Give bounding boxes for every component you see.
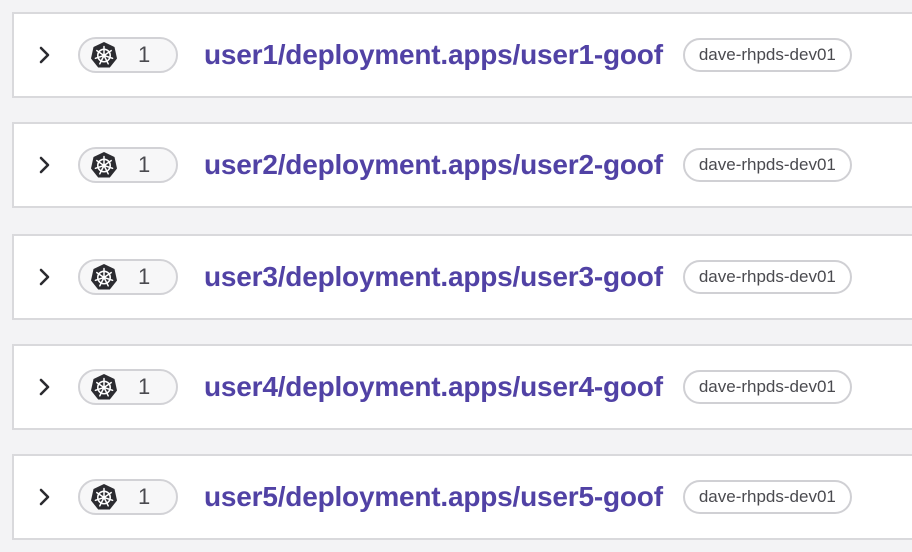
cluster-label: dave-rhpds-dev01 — [682, 370, 852, 404]
list-item: 1 user3/deployment.apps/user3-goof dave-… — [12, 234, 912, 320]
list-item: 1 user2/deployment.apps/user2-goof dave-… — [12, 122, 912, 208]
cluster-label: dave-rhpds-dev01 — [682, 38, 852, 72]
resource-title-link[interactable]: user2/deployment.apps/user2-goof — [204, 149, 663, 181]
list-item: 1 user4/deployment.apps/user4-goof dave-… — [12, 344, 912, 430]
list-item: 1 user5/deployment.apps/user5-goof dave-… — [12, 454, 912, 540]
resource-count: 1 — [138, 264, 151, 289]
chevron-right-icon[interactable] — [38, 375, 78, 399]
kubernetes-icon — [90, 41, 118, 69]
cluster-label: dave-rhpds-dev01 — [682, 260, 852, 294]
resource-count: 1 — [138, 484, 151, 509]
resource-count: 1 — [138, 42, 151, 67]
resource-list: 1 user1/deployment.apps/user1-goof dave-… — [0, 0, 912, 552]
chevron-right-icon[interactable] — [38, 485, 78, 509]
kubernetes-icon — [90, 483, 118, 511]
cluster-label: dave-rhpds-dev01 — [682, 148, 852, 182]
resource-title-link[interactable]: user5/deployment.apps/user5-goof — [204, 481, 663, 513]
resource-title-link[interactable]: user3/deployment.apps/user3-goof — [204, 261, 663, 293]
kubernetes-icon — [90, 263, 118, 291]
resource-count: 1 — [138, 374, 151, 399]
resource-count-badge: 1 — [78, 479, 178, 515]
resource-count-badge: 1 — [78, 369, 178, 405]
resource-title-link[interactable]: user4/deployment.apps/user4-goof — [204, 371, 663, 403]
chevron-right-icon[interactable] — [38, 43, 78, 67]
resource-title-link[interactable]: user1/deployment.apps/user1-goof — [204, 39, 663, 71]
chevron-right-icon[interactable] — [38, 265, 78, 289]
kubernetes-icon — [90, 373, 118, 401]
resource-count-badge: 1 — [78, 37, 178, 73]
resource-count-badge: 1 — [78, 259, 178, 295]
cluster-label: dave-rhpds-dev01 — [682, 480, 852, 514]
kubernetes-icon — [90, 151, 118, 179]
list-item: 1 user1/deployment.apps/user1-goof dave-… — [12, 12, 912, 98]
resource-count-badge: 1 — [78, 147, 178, 183]
resource-count: 1 — [138, 152, 151, 177]
chevron-right-icon[interactable] — [38, 153, 78, 177]
